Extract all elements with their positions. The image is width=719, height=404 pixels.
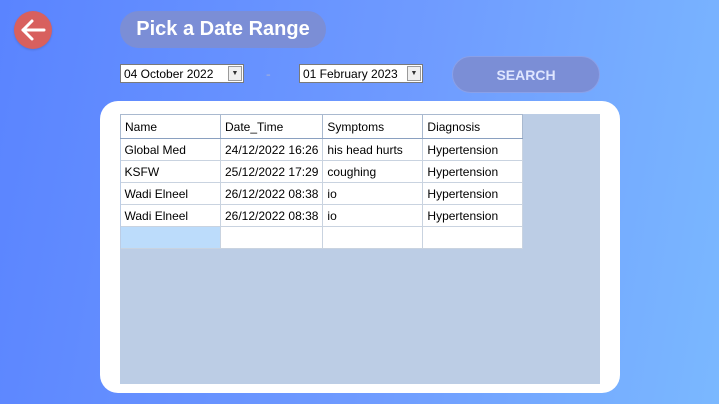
date-separator: - (266, 66, 271, 82)
data-grid[interactable]: Name Date_Time Symptoms Diagnosis Global… (120, 114, 600, 384)
cell-name[interactable]: Wadi Elneel (120, 182, 221, 205)
from-date-value: 04 October 2022 (124, 66, 214, 81)
column-header-symptoms[interactable]: Symptoms (322, 114, 424, 139)
cell-name[interactable]: KSFW (120, 160, 221, 183)
column-header-name[interactable]: Name (120, 114, 221, 139)
chevron-down-icon[interactable]: ▼ (228, 66, 242, 81)
results-table: Name Date_Time Symptoms Diagnosis Global… (120, 114, 524, 249)
from-date-picker[interactable]: 04 October 2022 ▼ (120, 64, 244, 83)
cell-symptoms[interactable]: io (322, 182, 424, 205)
column-header-diagnosis[interactable]: Diagnosis (422, 114, 524, 139)
arrow-left-icon (21, 19, 46, 41)
to-date-picker[interactable]: 01 February 2023 ▼ (299, 64, 423, 83)
cell-diagnosis[interactable]: Hypertension (422, 160, 524, 183)
table-row[interactable]: Global Med 24/12/2022 16:26 his head hur… (120, 138, 524, 161)
cell-date-time[interactable]: 26/12/2022 08:38 (220, 204, 324, 227)
column-header-date-time[interactable]: Date_Time (219, 114, 324, 139)
chevron-down-icon[interactable]: ▼ (407, 66, 421, 81)
table-row[interactable]: Wadi Elneel 26/12/2022 08:38 io Hyperten… (120, 204, 524, 227)
cell-symptoms[interactable] (322, 226, 424, 249)
cell-symptoms[interactable]: coughing (322, 160, 424, 183)
table-row[interactable]: KSFW 25/12/2022 17:29 coughing Hypertens… (120, 160, 524, 183)
cell-symptoms[interactable]: his head hurts (322, 138, 424, 161)
cell-diagnosis[interactable]: Hypertension (422, 182, 524, 205)
cell-date-time[interactable]: 24/12/2022 16:26 (220, 138, 324, 161)
cell-diagnosis[interactable] (422, 226, 524, 249)
cell-diagnosis[interactable]: Hypertension (422, 138, 524, 161)
cell-date-time[interactable] (220, 226, 324, 249)
new-row[interactable] (120, 226, 524, 249)
cell-name[interactable]: Global Med (120, 138, 221, 161)
cell-symptoms[interactable]: io (322, 204, 424, 227)
cell-name[interactable]: Wadi Elneel (120, 204, 221, 227)
table-row[interactable]: Wadi Elneel 26/12/2022 08:38 io Hyperten… (120, 182, 524, 205)
back-button[interactable] (14, 11, 52, 49)
header-row: Name Date_Time Symptoms Diagnosis (120, 114, 524, 139)
cell-diagnosis[interactable]: Hypertension (422, 204, 524, 227)
cell-date-time[interactable]: 26/12/2022 08:38 (220, 182, 324, 205)
search-button[interactable]: SEARCH (452, 56, 600, 93)
to-date-value: 01 February 2023 (303, 66, 398, 81)
cell-date-time[interactable]: 25/12/2022 17:29 (220, 160, 324, 183)
page-title: Pick a Date Range (120, 11, 326, 48)
cell-name-selected[interactable] (120, 226, 221, 249)
